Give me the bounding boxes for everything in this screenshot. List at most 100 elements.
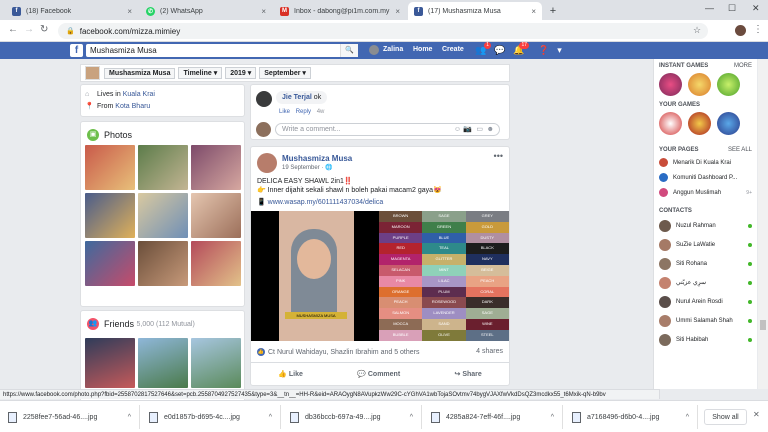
comment-reply-link[interactable]: Reply [296, 109, 311, 115]
new-tab-button[interactable]: + [546, 4, 560, 18]
reactions-summary[interactable]: 👍 Ct Nurul Wahidayu, Shazlin Ibrahim and… [257, 348, 419, 356]
search-icon[interactable]: 🔍 [340, 44, 358, 57]
contact-item[interactable]: Siti Habibah [654, 330, 757, 349]
shares-count[interactable]: 4 shares [476, 348, 503, 355]
close-tab-icon[interactable]: × [261, 7, 266, 16]
see-all-pages-link[interactable]: SEE ALL [728, 147, 752, 153]
profile-avatar[interactable] [735, 25, 746, 36]
photo-thumb[interactable] [138, 241, 188, 286]
contact-item[interactable]: سرِي عزيّتي [654, 273, 757, 292]
share-button[interactable]: ↪ Share [455, 370, 482, 378]
more-games-link[interactable]: MORE [734, 63, 752, 69]
photo-thumb[interactable] [191, 193, 241, 238]
profile-name-button[interactable]: Mushasmiza Musa [104, 67, 176, 79]
avatar[interactable] [256, 91, 272, 107]
close-tab-icon[interactable]: × [127, 7, 132, 16]
chevron-up-icon[interactable]: ^ [410, 414, 413, 421]
reload-icon[interactable]: ↻ [40, 24, 48, 35]
messenger-icon[interactable]: 💬 [494, 45, 505, 56]
photo-thumb[interactable] [138, 145, 188, 190]
profile-link[interactable]: Zalina [383, 46, 403, 53]
page-item[interactable]: Anggun Muslimah 9+ [654, 185, 757, 200]
close-window-icon[interactable]: ✕ [752, 3, 760, 14]
close-tab-icon[interactable]: × [531, 7, 536, 16]
photo-thumb[interactable] [85, 145, 135, 190]
back-icon[interactable]: ← [8, 24, 18, 35]
post-timestamp[interactable]: 19 September · 🌐 [282, 164, 333, 171]
maximize-icon[interactable]: ☐ [728, 3, 736, 14]
friend-requests-icon[interactable]: 👥 1 [475, 42, 491, 56]
contact-item[interactable]: Nurul Arein Rosdi [654, 292, 757, 311]
tab-facebook[interactable]: f (18) Facebook × [6, 2, 138, 20]
show-all-button[interactable]: Show all [704, 409, 747, 425]
game-icon[interactable] [688, 112, 711, 135]
minimize-icon[interactable]: — [705, 3, 714, 13]
page-item[interactable]: Komuniti Dashboard P... [654, 170, 757, 185]
from-link[interactable]: Kota Bharu [115, 103, 150, 110]
home-link[interactable]: Home [413, 46, 432, 53]
photos-title[interactable]: Photos [104, 130, 132, 140]
chevron-up-icon[interactable]: ^ [269, 414, 272, 421]
comment-author[interactable]: Jie Terjal [282, 94, 312, 101]
sticker-icon[interactable]: ☻ [487, 124, 494, 135]
forward-icon[interactable]: → [24, 24, 34, 35]
download-item[interactable]: a7168496-d6b0-4....jpg ^ [564, 405, 698, 429]
friend-thumb[interactable] [85, 338, 135, 388]
page-item[interactable]: Menarik Di Kuala Krai [654, 155, 757, 170]
photo-thumb[interactable] [85, 193, 135, 238]
download-item[interactable]: e0d1857b-d695-4c....jpg ^ [141, 405, 281, 429]
contact-item[interactable]: Nuzul Rahman [654, 216, 757, 235]
friends-title[interactable]: Friends [104, 319, 134, 329]
game-icon[interactable] [659, 73, 682, 96]
game-icon[interactable] [717, 112, 740, 135]
lives-in-link[interactable]: Kuala Krai [123, 91, 155, 98]
page-scrollbar[interactable] [758, 59, 768, 389]
comment-button[interactable]: 💬 Comment [357, 370, 400, 378]
comment-input[interactable]: Write a comment... ☺ 📷 ▭ ☻ [275, 123, 500, 136]
avatar[interactable] [85, 66, 100, 80]
contact-item[interactable]: SuZie LaWatie [654, 235, 757, 254]
contact-item[interactable]: Siti Rohana [654, 254, 757, 273]
quick-help-icon[interactable]: ❓ [538, 45, 549, 56]
create-link[interactable]: Create [442, 46, 464, 53]
timeline-button[interactable]: Timeline ▾ [178, 67, 223, 79]
tab-gmail[interactable]: M Inbox - dabong@pi1m.com.my - × [274, 2, 406, 20]
chevron-up-icon[interactable]: ^ [686, 414, 689, 421]
post-image[interactable]: MUSHASMIZA MUSA BROWN SAGE GREY MAROON GREEN… [251, 211, 509, 341]
chevron-up-icon[interactable]: ^ [551, 414, 554, 421]
tab-profile[interactable]: f (17) Mushasmiza Musa × [408, 2, 542, 20]
contact-item[interactable]: Ummi Salamah Shah [654, 311, 757, 330]
month-select[interactable]: September ▾ [259, 67, 311, 79]
more-options-icon[interactable]: ••• [494, 151, 503, 161]
download-item[interactable]: 4285a824-7eff-46f....jpg ^ [423, 405, 563, 429]
camera-icon[interactable]: 📷 [463, 124, 472, 135]
game-icon[interactable] [717, 73, 740, 96]
menu-dots-icon[interactable]: ⋮ [753, 24, 763, 35]
comment-like-link[interactable]: Like [279, 109, 290, 115]
scrollbar-thumb[interactable] [760, 320, 766, 330]
photo-thumb[interactable] [191, 145, 241, 190]
search-input[interactable]: Mushasmiza Musa 🔍 [86, 44, 358, 57]
year-select[interactable]: 2019 ▾ [225, 67, 257, 79]
account-menu-icon[interactable]: ▾ [554, 45, 565, 56]
download-item[interactable]: db36bccb-697a-49....jpg ^ [282, 405, 422, 429]
bookmark-star-icon[interactable]: ☆ [693, 25, 701, 36]
url-field[interactable]: 🔒 facebook.com/mizza.mimiey [58, 23, 708, 39]
photo-thumb[interactable] [85, 241, 135, 286]
game-icon[interactable] [688, 73, 711, 96]
emoji-icon[interactable]: ☺ [454, 124, 461, 135]
avatar[interactable] [369, 45, 379, 55]
post-link[interactable]: 📱 www.wasap.my/601111437034/delica [257, 198, 383, 206]
friend-thumb[interactable] [191, 338, 241, 388]
video-thumbnail[interactable]: MUSHASMIZA MUSA [279, 211, 354, 341]
game-icon[interactable] [659, 112, 682, 135]
avatar[interactable] [257, 153, 277, 173]
download-item[interactable]: 2258fee7-56ad-46....jpg ^ [0, 405, 140, 429]
notifications-icon[interactable]: 🔔 17 [513, 42, 529, 56]
chevron-up-icon[interactable]: ^ [128, 414, 131, 421]
facebook-logo-icon[interactable]: f [70, 44, 83, 57]
tab-whatsapp[interactable]: ✆ (2) WhatsApp × [140, 2, 272, 20]
close-tab-icon[interactable]: × [395, 7, 400, 16]
friend-thumb[interactable] [138, 338, 188, 388]
like-button[interactable]: 👍 Like [278, 370, 303, 378]
